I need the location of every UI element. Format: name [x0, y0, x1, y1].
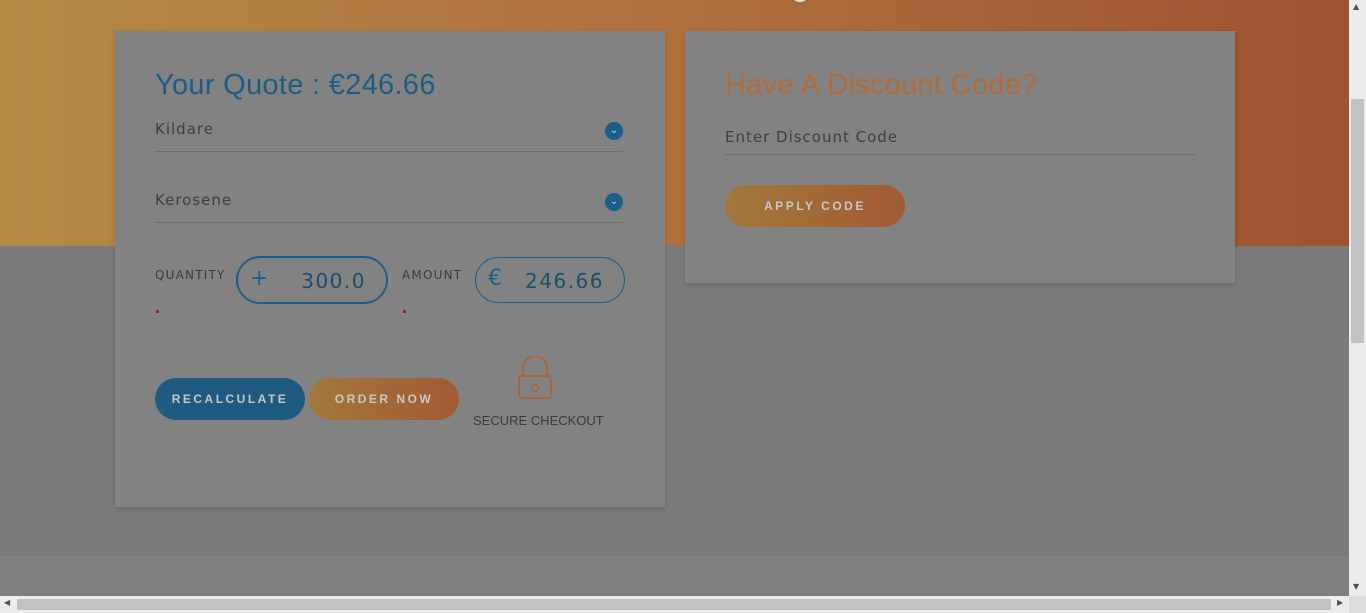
quantity-error-dot [156, 310, 159, 313]
footer-strip [0, 556, 1349, 596]
vertical-scroll-thumb[interactable] [1351, 99, 1364, 343]
scroll-left-icon[interactable]: ◀ [4, 598, 10, 607]
apply-code-button[interactable]: APPLY CODE [725, 185, 905, 227]
scroll-right-icon[interactable]: ▶ [1337, 598, 1343, 607]
chevron-down-icon: ⌄ [605, 193, 623, 211]
hero-circle-icon [790, 0, 810, 2]
scrollbar-corner [1349, 596, 1366, 613]
scroll-down-icon[interactable]: ▼ [1353, 582, 1359, 591]
quantity-input[interactable]: + 300.0 [237, 257, 387, 303]
county-select[interactable]: Kildare ⌄ [155, 114, 623, 152]
vertical-scrollbar[interactable]: ▲ ▼ [1349, 0, 1366, 596]
amount-input[interactable]: € 246.66 [475, 257, 625, 303]
amount-error-dot [403, 310, 406, 313]
horizontal-scroll-thumb[interactable] [17, 599, 1331, 610]
quote-title: Your Quote : €246.66 [155, 69, 436, 101]
fuel-value: Kerosene [155, 191, 233, 209]
euro-icon: € [488, 266, 502, 291]
recalculate-button[interactable]: RECALCULATE [155, 378, 305, 420]
amount-label: AMOUNT [402, 268, 463, 282]
fuel-select[interactable]: Kerosene ⌄ [155, 185, 623, 223]
secure-checkout-label: SECURE CHECKOUT [473, 413, 604, 428]
amount-value: 246.66 [525, 269, 604, 293]
quote-card: Your Quote : €246.66 Kildare ⌄ Kerosene … [115, 31, 665, 507]
scroll-up-icon[interactable]: ▲ [1353, 2, 1359, 11]
discount-code-placeholder: Enter Discount Code [725, 128, 899, 146]
discount-code-input[interactable]: Enter Discount Code [725, 123, 1195, 155]
lock-icon [517, 355, 553, 404]
horizontal-scrollbar[interactable]: ◀ ▶ [0, 596, 1349, 613]
discount-card: Have A Discount Code? Enter Discount Cod… [685, 31, 1235, 283]
chevron-down-icon: ⌄ [605, 122, 623, 140]
quantity-value: 300.0 [301, 269, 366, 293]
discount-title: Have A Discount Code? [725, 69, 1038, 101]
order-now-button[interactable]: ORDER NOW [309, 378, 459, 420]
quantity-label: QUANTITY [155, 268, 226, 282]
plus-icon[interactable]: + [250, 268, 268, 290]
county-value: Kildare [155, 120, 214, 138]
